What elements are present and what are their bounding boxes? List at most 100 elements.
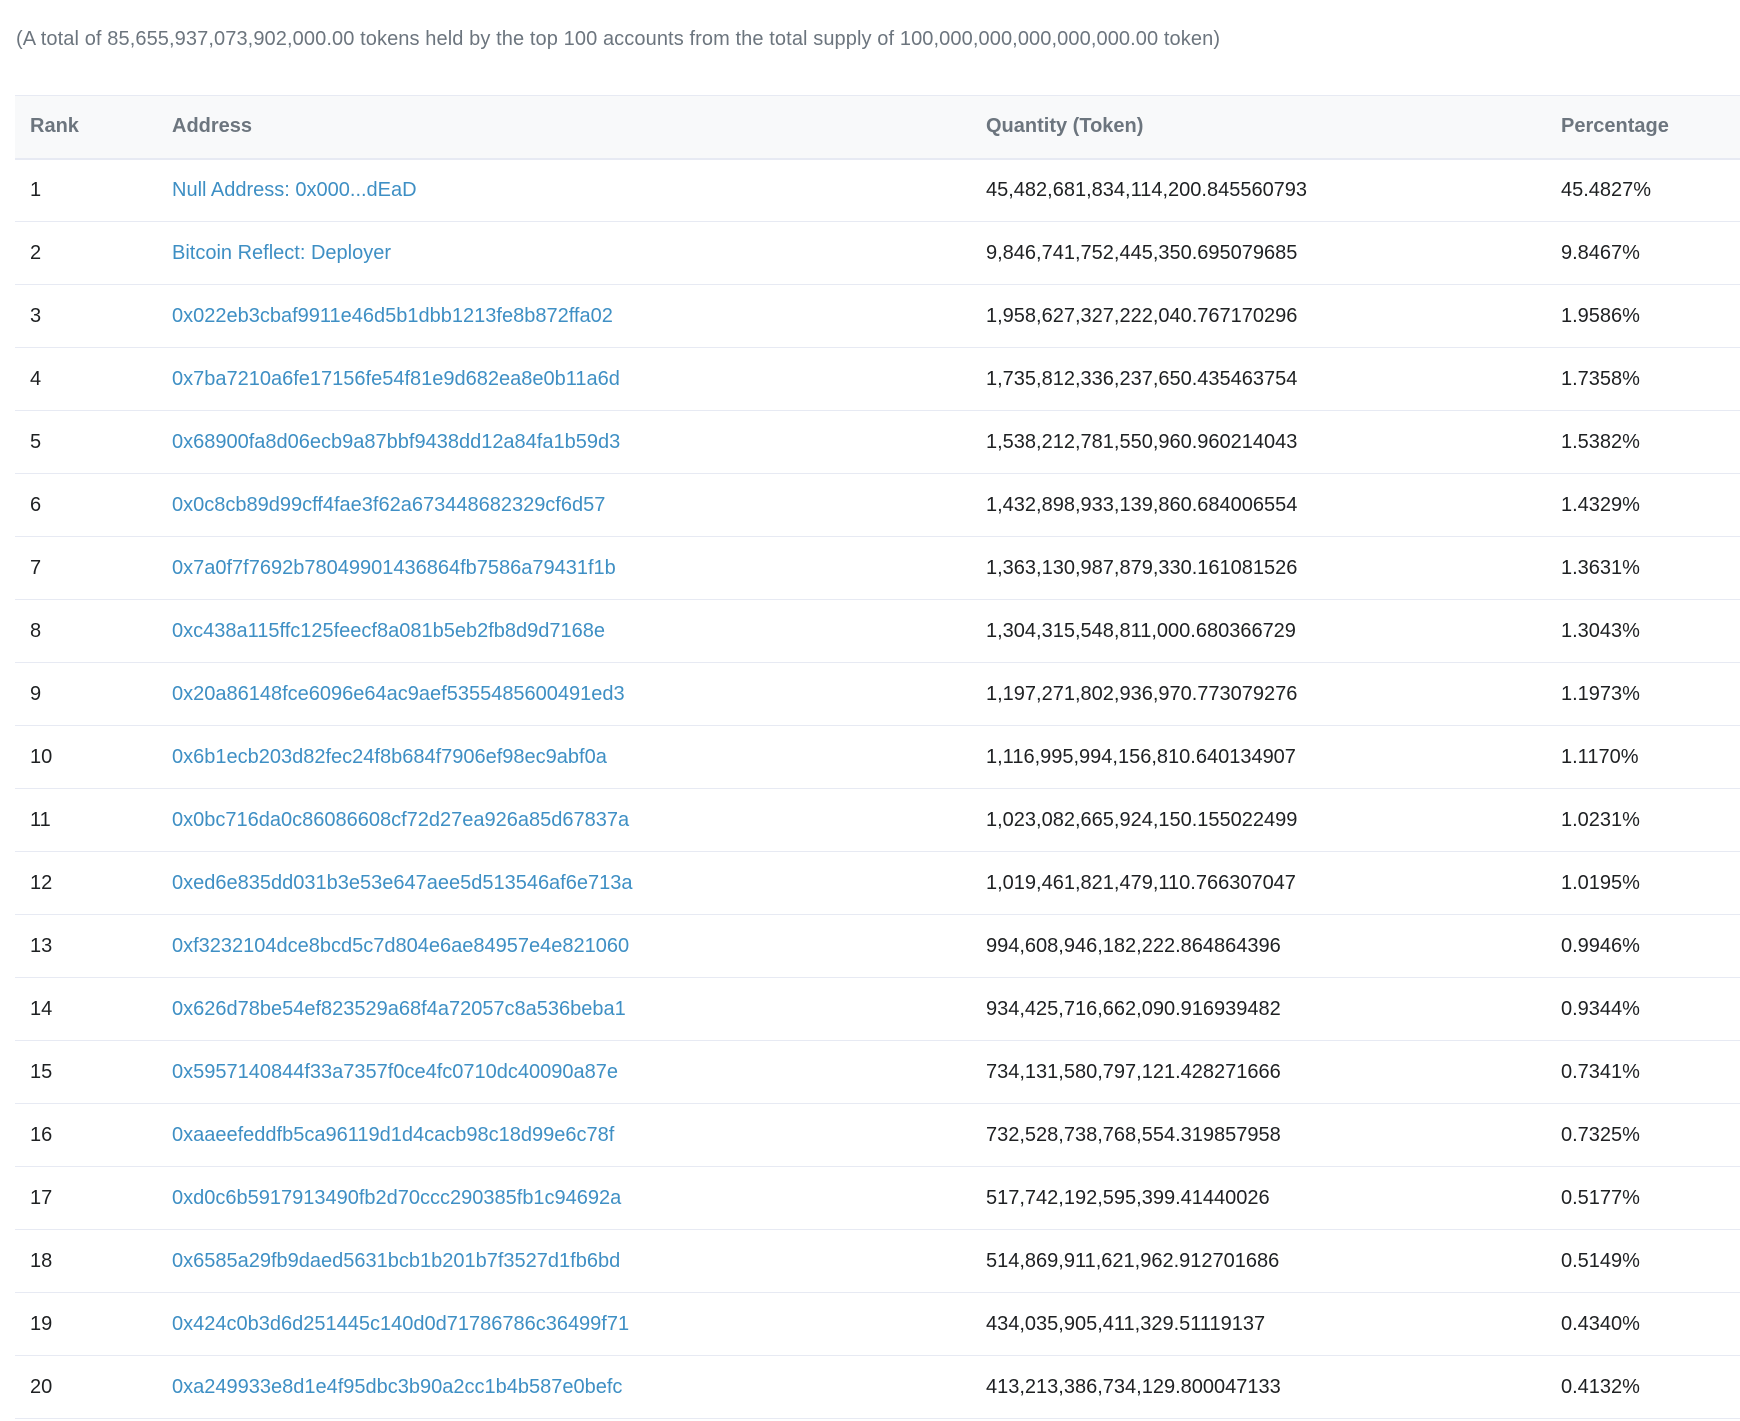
address-link[interactable]: 0x626d78be54ef823529a68f4a72057c8a536beb…: [172, 998, 626, 1020]
address-cell: 0x6585a29fb9daed5631bcb1b201b7f3527d1fb6…: [157, 1229, 971, 1293]
address-cell: 0x626d78be54ef823529a68f4a72057c8a536beb…: [157, 977, 971, 1041]
rank-cell: 19: [15, 1292, 157, 1356]
table-row: 11 0x0bc716da0c86086608cf72d27ea926a85d67…: [15, 788, 1740, 852]
rank-cell: 9: [15, 662, 157, 726]
table-row: 4 0x7ba7210a6fe17156fe54f81e9d682ea8e0b11…: [15, 347, 1740, 411]
address-link[interactable]: 0xaaeefeddfb5ca96119d1d4cacb98c18d99e6c7…: [172, 1124, 614, 1146]
percentage-cell: 1.1170%: [1546, 725, 1740, 789]
percentage-cell: 0.5149%: [1546, 1229, 1740, 1293]
address-link[interactable]: 0x20a86148fce6096e64ac9aef5355485600491e…: [172, 683, 625, 705]
quantity-cell: 517,742,192,595,399.41440026: [971, 1166, 1546, 1230]
address-cell: 0xa249933e8d1e4f95dbc3b90a2cc1b4b587e0be…: [157, 1355, 971, 1419]
quantity-cell: 514,869,911,621,962.912701686: [971, 1229, 1546, 1293]
table-row: 20 0xa249933e8d1e4f95dbc3b90a2cc1b4b587e0…: [15, 1355, 1740, 1419]
quantity-cell: 413,213,386,734,129.800047133: [971, 1355, 1546, 1419]
quantity-cell: 1,432,898,933,139,860.684006554: [971, 473, 1546, 537]
address-cell: 0x6b1ecb203d82fec24f8b684f7906ef98ec9abf…: [157, 725, 971, 789]
address-cell: 0x0bc716da0c86086608cf72d27ea926a85d6783…: [157, 788, 971, 852]
table-header: Rank Address Quantity (Token) Percentage: [15, 95, 1740, 160]
rank-cell: 11: [15, 788, 157, 852]
percentage-cell: 0.4132%: [1546, 1355, 1740, 1419]
quantity-cell: 1,363,130,987,879,330.161081526: [971, 536, 1546, 600]
percentage-cell: 0.7341%: [1546, 1040, 1740, 1104]
address-column-header: Address: [157, 95, 971, 160]
table-row: 10 0x6b1ecb203d82fec24f8b684f7906ef98ec9a…: [15, 725, 1740, 789]
quantity-cell: 732,528,738,768,554.319857958: [971, 1103, 1546, 1167]
table-row: 15 0x5957140844f33a7357f0ce4fc0710dc40090…: [15, 1040, 1740, 1104]
percentage-cell: 1.1973%: [1546, 662, 1740, 726]
address-link[interactable]: 0xd0c6b5917913490fb2d70ccc290385fb1c9469…: [172, 1187, 621, 1209]
percentage-cell: 45.4827%: [1546, 158, 1740, 222]
quantity-cell: 1,019,461,821,479,110.766307047: [971, 851, 1546, 915]
address-link[interactable]: Null Address: 0x000...dEaD: [172, 179, 417, 201]
rank-cell: 2: [15, 221, 157, 285]
rank-cell: 12: [15, 851, 157, 915]
address-link[interactable]: 0x022eb3cbaf9911e46d5b1dbb1213fe8b872ffa…: [172, 305, 613, 327]
quantity-cell: 1,958,627,327,222,040.767170296: [971, 284, 1546, 348]
address-link[interactable]: 0x0c8cb89d99cff4fae3f62a673448682329cf6d…: [172, 494, 605, 516]
holders-summary-text: (A total of 85,655,937,073,902,000.00 to…: [16, 28, 1221, 50]
percentage-cell: 0.4340%: [1546, 1292, 1740, 1356]
address-cell: 0xf3232104dce8bcd5c7d804e6ae84957e4e8210…: [157, 914, 971, 978]
rank-cell: 15: [15, 1040, 157, 1104]
quantity-cell: 1,304,315,548,811,000.680366729: [971, 599, 1546, 663]
rank-cell: 18: [15, 1229, 157, 1293]
table-row: 12 0xed6e835dd031b3e53e647aee5d513546af6e…: [15, 851, 1740, 915]
address-cell: 0x7a0f7f7692b78049901436864fb7586a79431f…: [157, 536, 971, 600]
rank-cell: 20: [15, 1355, 157, 1419]
percentage-cell: 1.4329%: [1546, 473, 1740, 537]
address-link[interactable]: 0x6b1ecb203d82fec24f8b684f7906ef98ec9abf…: [172, 746, 607, 768]
percentage-cell: 0.5177%: [1546, 1166, 1740, 1230]
percentage-cell: 9.8467%: [1546, 221, 1740, 285]
address-cell: 0x022eb3cbaf9911e46d5b1dbb1213fe8b872ffa…: [157, 284, 971, 348]
table-row: 16 0xaaeefeddfb5ca96119d1d4cacb98c18d99e6…: [15, 1103, 1740, 1167]
quantity-cell: 1,197,271,802,936,970.773079276: [971, 662, 1546, 726]
address-link[interactable]: 0xc438a115ffc125feecf8a081b5eb2fb8d9d716…: [172, 620, 605, 642]
percentage-cell: 1.0195%: [1546, 851, 1740, 915]
rank-cell: 16: [15, 1103, 157, 1167]
address-cell: Null Address: 0x000...dEaD: [157, 158, 971, 222]
rank-cell: 3: [15, 284, 157, 348]
table-body: 1 Null Address: 0x000...dEaD 45,482,681,83…: [15, 158, 1740, 1419]
rank-cell: 6: [15, 473, 157, 537]
rank-cell: 4: [15, 347, 157, 411]
address-cell: 0xaaeefeddfb5ca96119d1d4cacb98c18d99e6c7…: [157, 1103, 971, 1167]
quantity-cell: 1,023,082,665,924,150.155022499: [971, 788, 1546, 852]
percentage-cell: 0.9946%: [1546, 914, 1740, 978]
rank-cell: 1: [15, 158, 157, 222]
address-link[interactable]: 0x5957140844f33a7357f0ce4fc0710dc40090a8…: [172, 1061, 618, 1083]
address-link[interactable]: 0x68900fa8d06ecb9a87bbf9438dd12a84fa1b59…: [172, 431, 620, 453]
rank-cell: 14: [15, 977, 157, 1041]
address-link[interactable]: Bitcoin Reflect: Deployer: [172, 242, 391, 264]
address-cell: 0xd0c6b5917913490fb2d70ccc290385fb1c9469…: [157, 1166, 971, 1230]
quantity-cell: 434,035,905,411,329.51119137: [971, 1292, 1546, 1356]
address-link[interactable]: 0x7ba7210a6fe17156fe54f81e9d682ea8e0b11a…: [172, 368, 620, 390]
percentage-cell: 0.7325%: [1546, 1103, 1740, 1167]
address-link[interactable]: 0xa249933e8d1e4f95dbc3b90a2cc1b4b587e0be…: [172, 1376, 622, 1398]
address-cell: 0x7ba7210a6fe17156fe54f81e9d682ea8e0b11a…: [157, 347, 971, 411]
table-row: 3 0x022eb3cbaf9911e46d5b1dbb1213fe8b872ff…: [15, 284, 1740, 348]
rank-cell: 5: [15, 410, 157, 474]
percentage-cell: 1.3631%: [1546, 536, 1740, 600]
percentage-column-header: Percentage: [1546, 95, 1740, 160]
address-cell: 0xc438a115ffc125feecf8a081b5eb2fb8d9d716…: [157, 599, 971, 663]
address-link[interactable]: 0xf3232104dce8bcd5c7d804e6ae84957e4e8210…: [172, 935, 629, 957]
rank-column-header: Rank: [15, 95, 157, 160]
table-row: 8 0xc438a115ffc125feecf8a081b5eb2fb8d9d71…: [15, 599, 1740, 663]
address-link[interactable]: 0x6585a29fb9daed5631bcb1b201b7f3527d1fb6…: [172, 1250, 620, 1272]
address-cell: 0x68900fa8d06ecb9a87bbf9438dd12a84fa1b59…: [157, 410, 971, 474]
address-link[interactable]: 0x0bc716da0c86086608cf72d27ea926a85d6783…: [172, 809, 629, 831]
percentage-cell: 1.5382%: [1546, 410, 1740, 474]
address-link[interactable]: 0xed6e835dd031b3e53e647aee5d513546af6e71…: [172, 872, 632, 894]
quantity-cell: 1,116,995,994,156,810.640134907: [971, 725, 1546, 789]
quantity-cell: 1,538,212,781,550,960.960214043: [971, 410, 1546, 474]
table-row: 17 0xd0c6b5917913490fb2d70ccc290385fb1c94…: [15, 1166, 1740, 1230]
quantity-cell: 734,131,580,797,121.428271666: [971, 1040, 1546, 1104]
table-row: 9 0x20a86148fce6096e64ac9aef5355485600491…: [15, 662, 1740, 726]
percentage-cell: 1.7358%: [1546, 347, 1740, 411]
address-link[interactable]: 0x424c0b3d6d251445c140d0d71786786c36499f…: [172, 1313, 629, 1335]
rank-cell: 13: [15, 914, 157, 978]
table-row: 5 0x68900fa8d06ecb9a87bbf9438dd12a84fa1b5…: [15, 410, 1740, 474]
address-link[interactable]: 0x7a0f7f7692b78049901436864fb7586a79431f…: [172, 557, 616, 579]
table-row: 19 0x424c0b3d6d251445c140d0d71786786c3649…: [15, 1292, 1740, 1356]
